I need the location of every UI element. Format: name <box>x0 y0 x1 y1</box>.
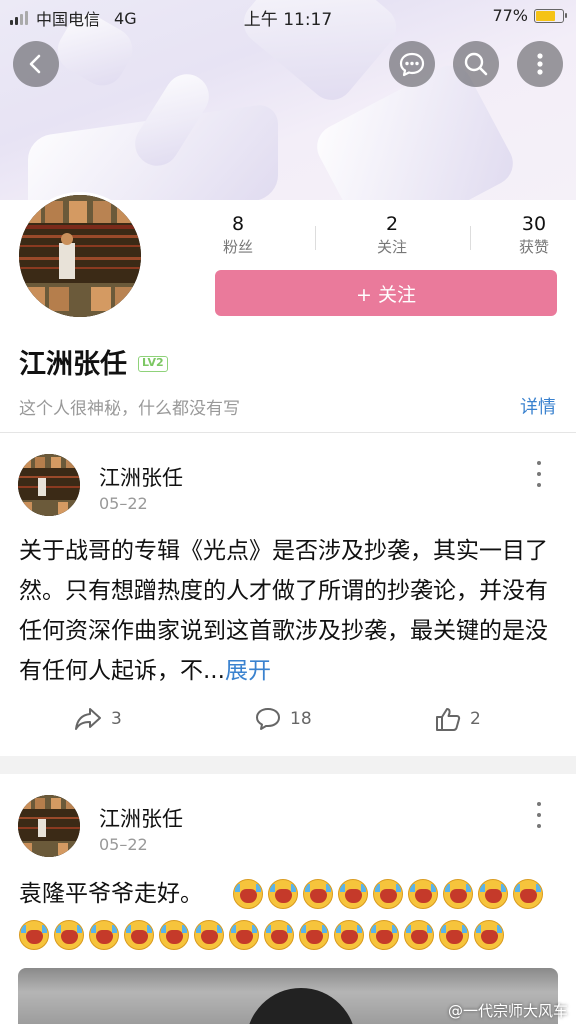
post-body[interactable]: 袁隆平爷爷走好。 <box>19 874 229 914</box>
watermark: @一代宗师大风车 <box>447 1002 568 1020</box>
message-button[interactable] <box>389 41 435 87</box>
crying-emoji-icon <box>264 920 294 950</box>
likes-label: 获赞 <box>518 238 549 256</box>
crying-emoji-icon <box>229 920 259 950</box>
post-date: 05–22 <box>99 494 148 513</box>
comment-button[interactable]: 18 <box>254 706 312 732</box>
post-date: 05–22 <box>99 835 148 854</box>
crying-emoji-icon <box>299 920 329 950</box>
like-count: 2 <box>470 709 481 729</box>
crying-emoji-icon <box>268 879 298 909</box>
section-gap <box>0 756 576 774</box>
emoji-row <box>19 920 504 950</box>
post-avatar[interactable] <box>18 795 80 857</box>
following-count: 2 <box>385 213 399 235</box>
clock: 上午 11:17 <box>243 10 333 30</box>
post-avatar[interactable] <box>18 454 80 516</box>
post-author[interactable]: 江洲张任 <box>99 803 183 833</box>
crying-emoji-icon <box>159 920 189 950</box>
profile-stats: 8 粉丝 2 关注 30 获赞 <box>160 212 576 262</box>
search-button[interactable] <box>453 41 499 87</box>
profile-bio: 这个人很神秘，什么都没有写 <box>19 399 240 419</box>
more-button[interactable] <box>517 41 563 87</box>
status-bar: 中国电信 4G 上午 11:17 77% <box>0 0 576 32</box>
crying-emoji-icon <box>194 920 224 950</box>
comment-count: 18 <box>290 709 312 729</box>
share-button[interactable]: 3 <box>73 706 122 732</box>
stat-following[interactable]: 2 关注 <box>332 212 452 258</box>
share-icon <box>75 708 101 730</box>
profile-name: 江洲张任 <box>19 349 127 380</box>
profile-avatar[interactable] <box>16 192 144 320</box>
expand-link[interactable]: 展开 <box>225 658 271 684</box>
like-button[interactable]: 2 <box>434 706 481 732</box>
search-icon <box>464 52 488 76</box>
fans-label: 粉丝 <box>222 238 253 256</box>
post-actions: 3 18 2 <box>0 706 576 736</box>
following-label: 关注 <box>376 238 407 256</box>
level-badge: LV2 <box>138 356 168 372</box>
follow-button[interactable]: + 关注 <box>215 270 557 316</box>
crying-emoji-icon <box>369 920 399 950</box>
divider <box>0 432 576 433</box>
stat-likes[interactable]: 30 获赞 <box>474 212 576 258</box>
stat-divider <box>470 226 471 250</box>
crying-emoji-icon <box>439 920 469 950</box>
share-count: 3 <box>111 709 122 729</box>
crying-emoji-icon <box>404 920 434 950</box>
crying-emoji-icon <box>373 879 403 909</box>
back-button[interactable] <box>13 41 59 87</box>
post-more-icon[interactable] <box>534 802 544 828</box>
stat-divider <box>315 226 316 250</box>
crying-emoji-icon <box>54 920 84 950</box>
post-text[interactable]: 关于战哥的专辑《光点》是否涉及抄袭，其实一目了然。只有想蹭热度的人才做了所谓的抄… <box>19 531 559 691</box>
chevron-left-icon <box>29 54 41 74</box>
stat-fans[interactable]: 8 粉丝 <box>178 212 298 258</box>
crying-emoji-icon <box>478 879 508 909</box>
post-body: 关于战哥的专辑《光点》是否涉及抄袭，其实一目了然。只有想蹭热度的人才做了所谓的抄… <box>19 538 548 684</box>
chat-bubble-icon <box>399 52 425 77</box>
detail-link[interactable]: 详情 <box>520 393 556 419</box>
crying-emoji-icon <box>338 879 368 909</box>
thumbs-up-icon <box>436 708 461 731</box>
more-vertical-icon <box>537 53 543 75</box>
crying-emoji-icon <box>334 920 364 950</box>
fans-count: 8 <box>231 213 245 235</box>
battery-icon <box>534 8 567 23</box>
crying-emoji-icon <box>19 920 49 950</box>
crying-emoji-icon <box>474 920 504 950</box>
comment-icon <box>256 708 280 730</box>
crying-emoji-icon <box>443 879 473 909</box>
post-more-icon[interactable] <box>534 461 544 487</box>
crying-emoji-icon <box>303 879 333 909</box>
crying-emoji-icon <box>124 920 154 950</box>
crying-emoji-icon <box>89 920 119 950</box>
crying-emoji-icon <box>233 879 263 909</box>
crying-emoji-icon <box>513 879 543 909</box>
crying-emoji-icon <box>408 879 438 909</box>
battery-percent: 77% <box>492 6 528 25</box>
post-author[interactable]: 江洲张任 <box>99 462 183 492</box>
emoji-row <box>233 879 543 909</box>
likes-count: 30 <box>521 213 547 235</box>
